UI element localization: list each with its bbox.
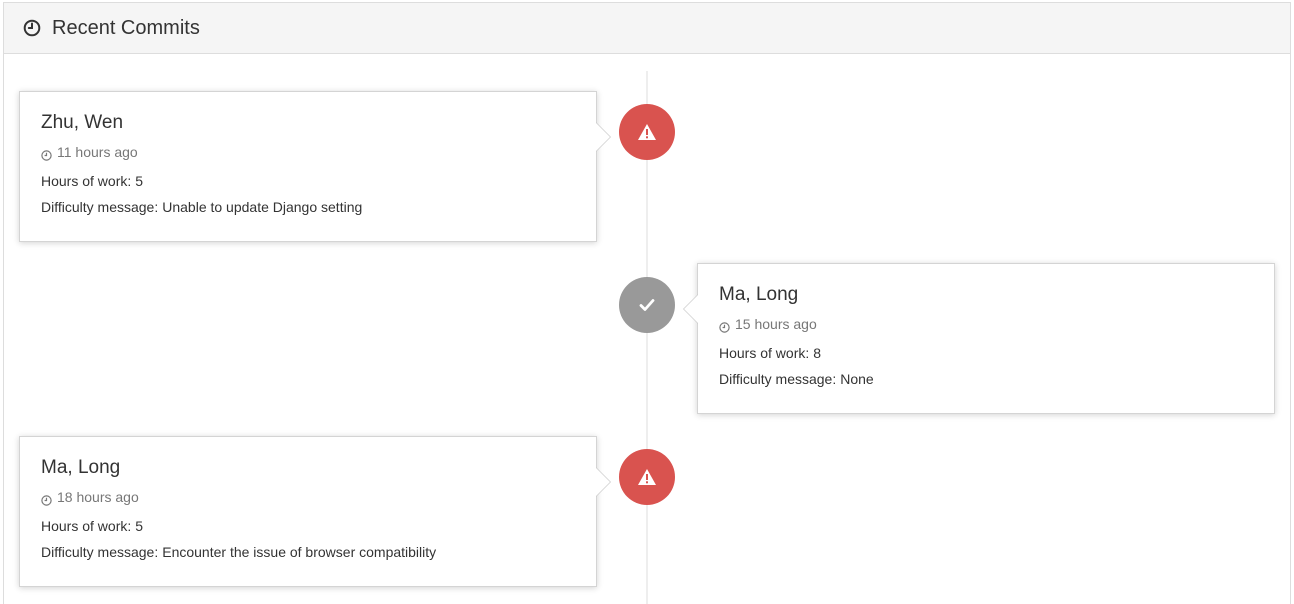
difficulty-label: Difficulty message: bbox=[41, 544, 159, 560]
warning-icon bbox=[619, 449, 675, 505]
difficulty-value: Unable to update Django setting bbox=[162, 199, 363, 215]
commit-time: 15 hours ago bbox=[719, 315, 1253, 333]
commit-time-text: 18 hours ago bbox=[57, 489, 139, 505]
hours-label: Hours of work: bbox=[719, 345, 810, 361]
hours-label: Hours of work: bbox=[41, 173, 132, 189]
check-icon bbox=[619, 277, 675, 333]
difficulty-label: Difficulty message: bbox=[41, 199, 159, 215]
clock-icon bbox=[41, 147, 52, 161]
difficulty-value: Encounter the issue of browser compatibi… bbox=[162, 544, 437, 560]
hours-value: 5 bbox=[135, 518, 144, 534]
hours-value: 8 bbox=[813, 345, 822, 361]
commit-time: 11 hours ago bbox=[41, 143, 575, 161]
difficulty-message: Difficulty message: None bbox=[719, 370, 1253, 388]
hours-of-work: Hours of work: 5 bbox=[41, 172, 575, 190]
hours-value: 5 bbox=[135, 173, 144, 189]
warning-icon bbox=[619, 104, 675, 160]
card-arrow bbox=[683, 294, 698, 324]
commit-time-text: 11 hours ago bbox=[57, 144, 138, 160]
recent-commits-panel: Recent Commits Zhu, Wen 11 hours ago Hou… bbox=[3, 2, 1291, 604]
hours-of-work: Hours of work: 5 bbox=[41, 517, 575, 535]
card-arrow bbox=[596, 122, 611, 152]
commit-card: Ma, Long 18 hours ago Hours of work: 5 D… bbox=[19, 436, 611, 587]
difficulty-value: None bbox=[840, 371, 874, 387]
panel-title: Recent Commits bbox=[52, 16, 200, 39]
clock-icon bbox=[719, 319, 730, 333]
clock-icon bbox=[23, 19, 41, 37]
card-arrow bbox=[596, 467, 611, 497]
hours-of-work: Hours of work: 8 bbox=[719, 344, 1253, 362]
commit-time-text: 15 hours ago bbox=[735, 316, 817, 332]
commit-author: Zhu, Wen bbox=[41, 112, 124, 133]
commit-time: 18 hours ago bbox=[41, 488, 575, 506]
hours-label: Hours of work: bbox=[41, 518, 132, 534]
commit-author: Ma, Long bbox=[719, 284, 799, 305]
panel-heading: Recent Commits bbox=[4, 3, 1290, 54]
clock-icon bbox=[41, 492, 52, 506]
difficulty-label: Difficulty message: bbox=[719, 371, 837, 387]
commit-card: Ma, Long 15 hours ago Hours of work: 8 D… bbox=[683, 263, 1275, 414]
commit-card: Zhu, Wen 11 hours ago Hours of work: 5 D… bbox=[19, 91, 611, 242]
commit-author: Ma, Long bbox=[41, 457, 121, 478]
difficulty-message: Difficulty message: Encounter the issue … bbox=[41, 543, 575, 561]
difficulty-message: Difficulty message: Unable to update Dja… bbox=[41, 198, 575, 216]
